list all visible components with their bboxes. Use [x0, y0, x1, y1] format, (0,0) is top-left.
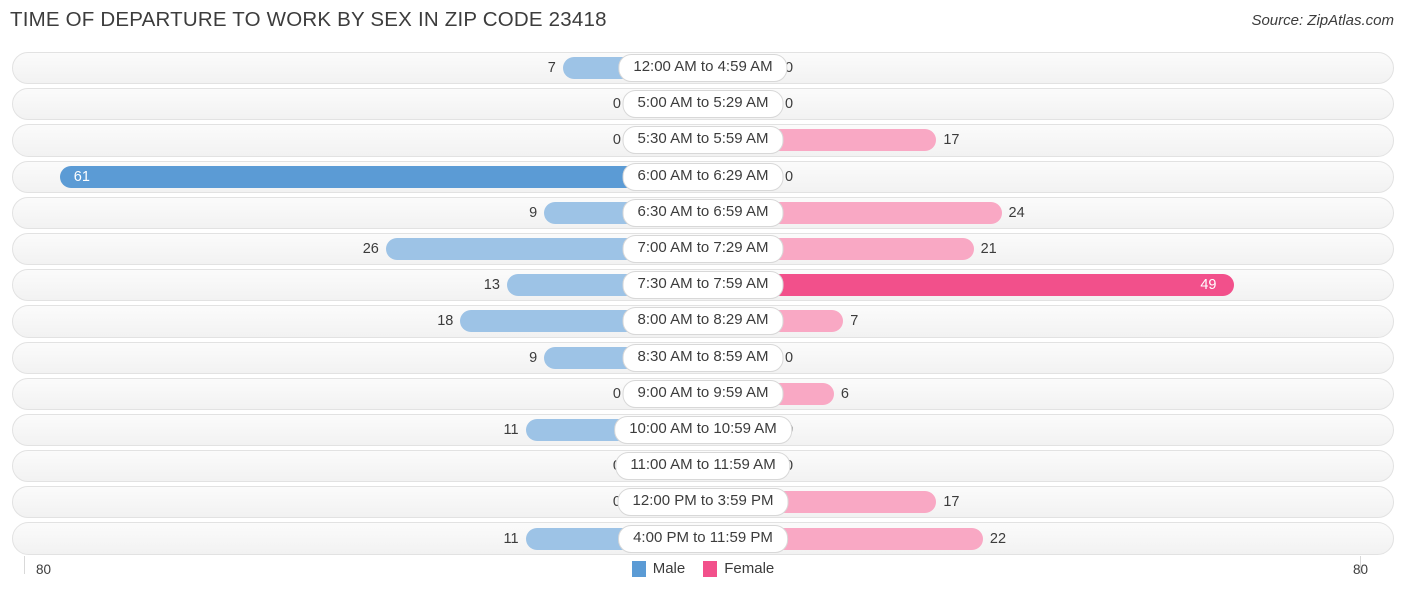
- legend-item-male[interactable]: Male: [631, 560, 686, 577]
- bar-male[interactable]: [59, 165, 703, 188]
- legend-swatch-female-icon: [703, 560, 718, 577]
- category-label: 5:30 AM to 5:59 AM: [622, 126, 784, 155]
- chart-legend: Male Female: [0, 560, 1406, 577]
- legend-label-female: Female: [724, 560, 775, 577]
- chart-row[interactable]: 01712:00 PM to 3:59 PM: [12, 484, 1394, 520]
- value-label-female: 24: [1008, 204, 1025, 221]
- page-title: TIME OF DEPARTURE TO WORK BY SEX IN ZIP …: [10, 8, 607, 31]
- value-label-male: 9: [529, 349, 538, 366]
- chart-plot-area: 7 0 12:00 AM to 4:59 AM 0 0 5:00 AM to 5:29 A…: [0, 50, 1406, 555]
- value-label-male: 11: [503, 530, 519, 547]
- category-label: 12:00 AM to 4:59 AM: [618, 54, 788, 83]
- value-label-male: 13: [483, 276, 500, 293]
- value-label-male: 9: [529, 204, 538, 221]
- chart-row[interactable]: 61 0 6:00 AM to 6:29 AM: [12, 159, 1394, 195]
- value-label-male: 61: [73, 168, 90, 185]
- chart-row[interactable]: 18 7 8:00 AM to 8:29 AM: [12, 303, 1394, 339]
- chart-row[interactable]: 7 0 12:00 AM to 4:59 AM: [12, 50, 1394, 86]
- value-label-male: 0: [612, 96, 621, 113]
- chart-row[interactable]: 0 0 5:00 AM to 5:29 AM: [12, 86, 1394, 122]
- chart-container: TIME OF DEPARTURE TO WORK BY SEX IN ZIP …: [0, 0, 1406, 594]
- category-label: 10:00 AM to 10:59 AM: [614, 415, 792, 444]
- chart-row[interactable]: 26 21 7:00 AM to 7:29 AM: [12, 231, 1394, 267]
- source-attribution: Source: ZipAtlas.com: [1251, 12, 1394, 29]
- category-label: 8:30 AM to 8:59 AM: [622, 343, 784, 372]
- chart-row[interactable]: 0 6 9:00 AM to 9:59 AM: [12, 376, 1394, 412]
- value-label-female: 21: [980, 240, 997, 257]
- category-label: 7:00 AM to 7:29 AM: [622, 235, 784, 264]
- value-label-female: 22: [989, 530, 1007, 547]
- value-label-male: 11: [503, 421, 519, 438]
- chart-row[interactable]: 13 49 7:30 AM to 7:59 AM: [12, 267, 1394, 303]
- chart-row[interactable]: 0 17 5:30 AM to 5:59 AM: [12, 122, 1394, 158]
- chart-row[interactable]: 9 24 6:30 AM to 6:59 AM: [12, 195, 1394, 231]
- value-label-male: 26: [362, 240, 379, 257]
- chart-row[interactable]: 11010:00 AM to 10:59 AM: [12, 412, 1394, 448]
- value-label-male: 0: [612, 132, 621, 149]
- category-label: 12:00 PM to 3:59 PM: [617, 488, 789, 517]
- value-label-male: 7: [547, 59, 556, 76]
- value-label-male: 0: [612, 385, 621, 402]
- value-label-female: 49: [1200, 276, 1217, 293]
- category-label: 4:00 PM to 11:59 PM: [618, 524, 788, 553]
- value-label-female: 0: [785, 349, 794, 366]
- value-label-female: 17: [943, 494, 960, 511]
- legend-label-male: Male: [652, 560, 686, 577]
- category-label: 9:00 AM to 9:59 AM: [622, 379, 784, 408]
- value-label-female: 7: [850, 313, 859, 330]
- chart-row[interactable]: 9 0 8:30 AM to 8:59 AM: [12, 340, 1394, 376]
- category-label: 8:00 AM to 8:29 AM: [622, 307, 784, 336]
- value-label-female: 6: [840, 385, 849, 402]
- category-label: 5:00 AM to 5:29 AM: [622, 90, 784, 119]
- category-label: 6:00 AM to 6:29 AM: [622, 162, 784, 191]
- chart-row[interactable]: 0011:00 AM to 11:59 AM: [12, 448, 1394, 484]
- value-label-female: 0: [785, 168, 794, 185]
- category-label: 6:30 AM to 6:59 AM: [622, 198, 784, 227]
- chart-row[interactable]: 11 22 4:00 PM to 11:59 PM: [12, 520, 1394, 556]
- category-label: 11:00 AM to 11:59 AM: [615, 452, 791, 481]
- value-label-female: 17: [943, 132, 960, 149]
- legend-swatch-male-icon: [631, 560, 646, 577]
- category-label: 7:30 AM to 7:59 AM: [622, 271, 784, 300]
- value-label-male: 18: [437, 313, 454, 330]
- legend-item-female[interactable]: Female: [703, 560, 774, 577]
- value-label-female: 0: [785, 96, 794, 113]
